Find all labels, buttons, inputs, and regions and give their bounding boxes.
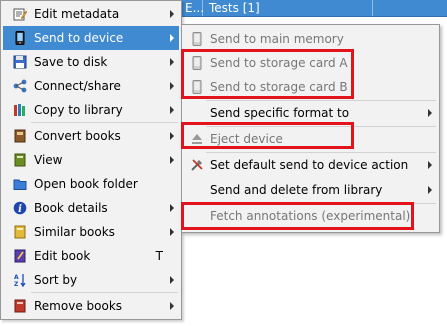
annotation-box-eject-device [181,122,354,149]
annotation-box-storage-cards [181,49,354,99]
menu-item-label: Edit book [34,249,91,263]
submenu-arrow-icon [170,34,174,42]
menu-item-label: Book details [34,201,108,215]
submenu-item-label: Send and delete from library [210,183,383,197]
menu-item-label: Send to device [34,31,124,45]
context-menu: Edit metadata Send to device Save to dis… [0,0,182,320]
submenu-item-send-and-delete[interactable]: Send and delete from library [184,178,437,202]
menu-item-label: View [34,153,63,167]
menu-item-label: Copy to library [34,103,123,117]
info-icon: i [13,201,27,215]
menu-item-open-book-folder[interactable]: Open book folder [3,172,179,196]
submenu-arrow-icon [170,58,174,66]
menu-item-view[interactable]: View [3,148,179,172]
svg-text:Z: Z [14,281,19,287]
device-icon [192,32,202,46]
submenu-arrow-icon [428,186,432,194]
annotation-box-fetch-annotations [181,202,414,230]
menu-item-label: Save to disk [34,55,108,69]
submenu-arrow-icon [170,106,174,114]
folder-icon [13,179,27,190]
menu-item-sort-by[interactable]: A Z Sort by [3,268,179,292]
submenu-arrow-icon [170,228,174,236]
svg-text:A: A [14,274,19,281]
shortcut-key: T [155,249,163,263]
submenu-arrow-icon [170,302,174,310]
submenu-arrow-icon [170,276,174,284]
menu-item-label: Remove books [34,299,123,313]
menu-item-label: Convert books [34,129,121,143]
menu-item-label: Edit metadata [34,7,120,21]
menu-item-label: Sort by [34,273,78,287]
sort-icon: A Z [14,274,26,287]
menu-item-remove-books[interactable]: Remove books [3,294,179,318]
submenu-arrow-icon [170,204,174,212]
similar-books-icon [14,225,26,239]
column-header-tests[interactable]: Tests [1] [203,0,373,16]
submenu-item-send-to-main-memory[interactable]: Send to main memory [184,27,437,51]
submenu-item-set-default-action[interactable]: Set default send to device action [184,153,437,177]
menu-item-similar-books[interactable]: Similar books [3,220,179,244]
menu-item-send-to-device[interactable]: Send to device [3,26,179,50]
submenu-arrow-icon [428,161,432,169]
remove-books-icon [14,299,26,313]
svg-text:i: i [18,204,22,215]
menu-item-edit-book[interactable]: Edit book T [3,244,179,268]
edit-book-icon [14,249,26,263]
submenu-item-label: Set default send to device action [210,158,409,172]
edit-metadata-icon [13,8,27,21]
menu-item-connect-share[interactable]: Connect/share [3,74,179,98]
menu-item-label: Similar books [34,225,115,239]
submenu-arrow-icon [170,10,174,18]
save-disk-icon [13,55,27,69]
menu-separator [31,292,178,293]
tools-icon [191,159,203,171]
menu-separator [31,122,178,123]
submenu-arrow-icon [170,132,174,140]
menu-item-label: Open book folder [34,177,138,191]
connect-share-icon [13,79,27,93]
menu-item-book-details[interactable]: i Book details [3,196,179,220]
menu-item-convert-books[interactable]: Convert books [3,124,179,148]
copy-library-icon [14,104,25,116]
column-header-blank[interactable] [373,0,447,16]
menu-item-copy-to-library[interactable]: Copy to library [3,98,179,122]
device-icon [15,31,25,45]
submenu-arrow-icon [170,156,174,164]
submenu-item-label: Send to main memory [210,32,344,46]
submenu-arrow-icon [170,82,174,90]
convert-books-icon [14,129,26,143]
menu-item-save-to-disk[interactable]: Save to disk [3,50,179,74]
menu-item-edit-metadata[interactable]: Edit metadata [3,2,179,26]
view-icon [14,153,26,167]
menu-item-label: Connect/share [34,79,121,93]
column-header-truncated[interactable]: E... [183,0,204,16]
submenu-arrow-icon [428,109,432,117]
